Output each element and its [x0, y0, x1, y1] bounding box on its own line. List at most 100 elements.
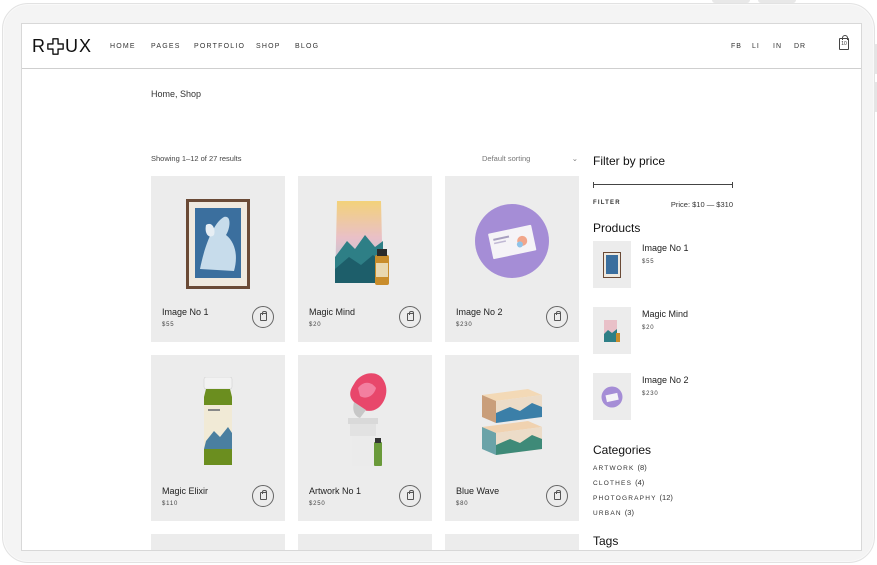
category-name[interactable]: CLOTHES [593, 480, 632, 487]
product-card[interactable]: Magic Elixir $110 [151, 355, 285, 521]
category-item[interactable]: URBAN (3) [593, 508, 733, 517]
product-card[interactable] [298, 534, 432, 550]
product-title[interactable]: Magic Elixir [162, 486, 208, 496]
product-price: $55 [162, 322, 175, 328]
tags-title: Tags [593, 534, 619, 548]
price-range: Price: $10 — $310 [670, 200, 733, 209]
device-top-button [758, 0, 796, 3]
sidebar-product[interactable]: Image No 2 $230 [593, 373, 733, 433]
sidebar-product-price: $230 [642, 391, 659, 397]
social-nav: FB LI IN DR [731, 43, 815, 50]
product-image [151, 355, 285, 480]
sidebar-product-name[interactable]: Image No 2 [642, 375, 689, 385]
products-widget: Products Image No 1 $55 Magic Mind $20 I… [593, 221, 733, 433]
social-dr[interactable]: DR [794, 43, 815, 50]
tags-widget: Tags [593, 534, 733, 548]
tablet-frame: R UX HOME PAGES PORTFOLIO SHOP BLOG FB L… [2, 3, 875, 563]
nav-home[interactable]: HOME [110, 43, 151, 50]
filter-row: FILTER Price: $10 — $310 [593, 200, 733, 209]
product-image [151, 176, 285, 301]
chevron-down-icon: ⌄ [571, 154, 578, 163]
sorting-select[interactable]: Default sorting ⌄ [482, 154, 578, 163]
category-count: (4) [635, 478, 645, 487]
add-to-cart-button[interactable] [399, 306, 421, 328]
product-price: $20 [309, 322, 322, 328]
sorting-value: Default sorting [482, 154, 531, 163]
product-title[interactable]: Artwork No 1 [309, 486, 361, 496]
product-price: $230 [456, 322, 473, 328]
filter-button[interactable]: FILTER [593, 200, 621, 209]
product-title[interactable]: Blue Wave [456, 486, 499, 496]
product-thumbnail[interactable] [593, 373, 631, 420]
product-card[interactable]: Image No 1 $55 [151, 176, 285, 342]
add-to-cart-button[interactable] [252, 306, 274, 328]
main-nav: HOME PAGES PORTFOLIO SHOP BLOG [110, 43, 325, 50]
product-card[interactable]: Blue Wave $80 [445, 355, 579, 521]
social-in[interactable]: IN [773, 43, 794, 50]
price-slider[interactable] [593, 182, 733, 188]
bag-icon [259, 311, 267, 321]
product-card[interactable]: Artwork No 1 $250 [298, 355, 432, 521]
shopping-bag-icon[interactable]: 10 [839, 35, 849, 50]
results-count: Showing 1–12 of 27 results [151, 154, 242, 163]
logo[interactable]: R UX [32, 36, 92, 57]
bag-icon [406, 311, 414, 321]
sidebar-product-price: $55 [642, 259, 655, 265]
add-to-cart-button[interactable] [252, 485, 274, 507]
nav-pages[interactable]: PAGES [151, 43, 194, 50]
nav-shop[interactable]: SHOP [256, 43, 295, 50]
product-image [298, 355, 432, 480]
category-item[interactable]: ARTWORK (8) [593, 463, 733, 472]
product-image [445, 176, 579, 301]
breadcrumb[interactable]: Home, Shop [151, 89, 201, 99]
bag-icon [406, 490, 414, 500]
categories-widget: Categories ARTWORK (8) CLOTHES (4) PHOTO… [593, 443, 733, 517]
cart-count: 10 [841, 41, 847, 47]
category-name[interactable]: PHOTOGRAPHY [593, 495, 657, 502]
bag-icon [553, 490, 561, 500]
category-count: (8) [637, 463, 647, 472]
browser-viewport: R UX HOME PAGES PORTFOLIO SHOP BLOG FB L… [21, 23, 862, 551]
product-title[interactable]: Magic Mind [309, 307, 355, 317]
category-item[interactable]: PHOTOGRAPHY (12) [593, 493, 733, 502]
category-item[interactable]: CLOTHES (4) [593, 478, 733, 487]
product-price: $110 [162, 501, 179, 507]
sidebar-product[interactable]: Image No 1 $55 [593, 241, 733, 301]
products-title: Products [593, 221, 641, 235]
sidebar-product[interactable]: Magic Mind $20 [593, 307, 733, 367]
category-name[interactable]: ARTWORK [593, 465, 635, 472]
product-image [445, 355, 579, 480]
nav-blog[interactable]: BLOG [295, 43, 325, 50]
sidebar-product-name[interactable]: Magic Mind [642, 309, 688, 319]
logo-text-right: UX [65, 36, 93, 56]
categories-title: Categories [593, 443, 652, 457]
product-title[interactable]: Image No 1 [162, 307, 209, 317]
product-card[interactable]: Image No 2 $230 [445, 176, 579, 342]
device-top-button [712, 0, 750, 3]
bag-icon [259, 490, 267, 500]
sidebar-product-name[interactable]: Image No 1 [642, 243, 689, 253]
product-price: $80 [456, 501, 469, 507]
product-card[interactable] [151, 534, 285, 550]
category-name[interactable]: URBAN [593, 510, 622, 517]
add-to-cart-button[interactable] [546, 485, 568, 507]
product-card[interactable]: Magic Mind $20 [298, 176, 432, 342]
social-fb[interactable]: FB [731, 43, 752, 50]
category-count: (3) [624, 508, 634, 517]
product-card[interactable] [445, 534, 579, 550]
social-li[interactable]: LI [752, 43, 773, 50]
plus-cross-icon [47, 38, 64, 55]
product-image [298, 176, 432, 301]
site-header: R UX HOME PAGES PORTFOLIO SHOP BLOG FB L… [22, 24, 861, 69]
product-thumbnail[interactable] [593, 241, 631, 288]
add-to-cart-button[interactable] [399, 485, 421, 507]
add-to-cart-button[interactable] [546, 306, 568, 328]
logo-text-left: R [32, 36, 46, 56]
nav-portfolio[interactable]: PORTFOLIO [194, 43, 256, 50]
product-thumbnail[interactable] [593, 307, 631, 354]
shop-sidebar: Filter by price FILTER Price: $10 — $310… [593, 154, 733, 548]
product-title[interactable]: Image No 2 [456, 307, 503, 317]
product-price: $250 [309, 501, 326, 507]
filter-title: Filter by price [593, 154, 666, 168]
category-count: (12) [659, 493, 673, 502]
